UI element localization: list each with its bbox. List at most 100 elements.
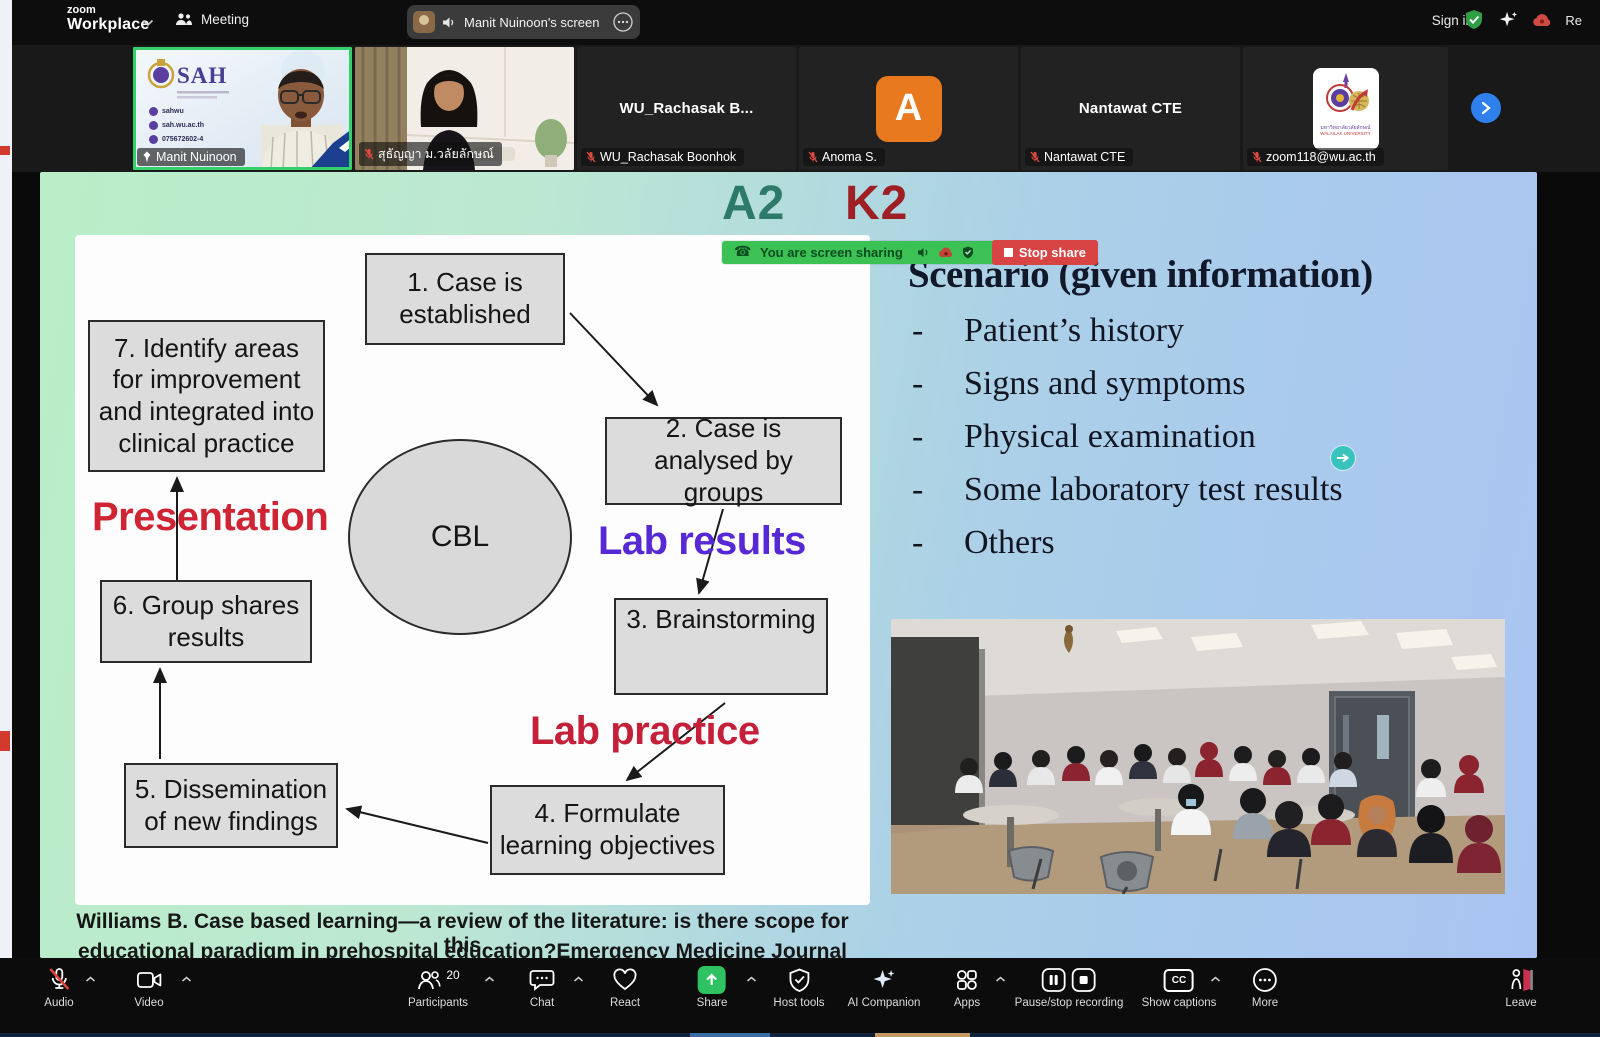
video-tile-manit[interactable]: SAH sahwu sah.wu.ac.th 075672602-4 Manit… — [133, 47, 352, 170]
mic-muted-icon — [47, 967, 71, 993]
stop-recording-icon[interactable] — [1071, 967, 1097, 993]
cc-icon: CC — [1164, 969, 1194, 992]
video-options-chevron[interactable] — [181, 976, 192, 983]
audio-button[interactable]: Audio — [44, 966, 73, 1009]
mic-muted-icon — [364, 148, 374, 160]
phone-icon: ☎ — [734, 243, 751, 260]
participant-name-badge: สุธัญญา ม.วลัยลักษณ์ — [359, 142, 502, 166]
leave-meeting-icon — [1507, 967, 1535, 993]
scenario-bullet: -Signs and symptoms — [912, 365, 1245, 403]
participant-name-badge: Manit Nuinoon — [137, 148, 245, 166]
sharing-status-text: You are screen sharing — [760, 245, 903, 260]
diagram-box-7: 7. Identify areas for improvement and in… — [88, 320, 325, 472]
edge-artifact — [0, 146, 10, 155]
security-shield-icon[interactable] — [1464, 9, 1484, 31]
citation-line-2: educational paradigm in prehospital educ… — [55, 940, 870, 958]
video-tile-anoma[interactable]: A Anoma S. — [799, 47, 1018, 170]
label-lab-results: Lab results — [598, 519, 806, 564]
sah-contact-1: sahwu — [162, 108, 184, 115]
participant-name-badge: Nantawat CTE — [1025, 148, 1133, 166]
share-button[interactable]: Share — [697, 966, 728, 1009]
label-presentation: Presentation — [92, 495, 328, 540]
chat-bubble-icon — [529, 968, 555, 992]
pin-icon — [142, 151, 152, 163]
zoom-workplace-logo: zoom Workplace — [67, 5, 149, 33]
label-lab-practice: Lab practice — [530, 709, 760, 754]
heart-icon — [612, 968, 638, 992]
recording-cloud-icon — [1532, 13, 1552, 27]
scenario-bullet: -Physical examination — [912, 418, 1256, 456]
meeting-controls-toolbar: Audio Video 20 Participants — [0, 958, 1600, 1033]
participant-name-badge: Anoma S. — [803, 148, 885, 166]
shared-screen-pill[interactable]: Manit Nuinoon's screen — [407, 5, 640, 39]
apps-icon — [954, 968, 980, 992]
more-ellipsis-icon — [1252, 967, 1278, 993]
video-tile-suthanya[interactable]: สุธัญญา ม.วลัยลักษณ์ — [355, 47, 574, 170]
security-shield-icon[interactable] — [962, 246, 974, 259]
diagram-box-5: 5. Dissemination of new findings — [124, 763, 338, 848]
chat-options-chevron[interactable] — [573, 976, 584, 983]
video-tile-rachasak[interactable]: WU_Rachasak B... WU_Rachasak Boonhok — [577, 47, 796, 170]
speaker-icon — [442, 16, 457, 29]
university-emblem — [1318, 72, 1374, 118]
shield-icon — [788, 968, 810, 993]
record-label-clipped: Re — [1565, 13, 1582, 28]
shared-screen-content: A2 K2 1. Case is established 7. Identify… — [40, 172, 1537, 958]
video-tile-nantawat[interactable]: Nantawat CTE Nantawat CTE — [1021, 47, 1240, 170]
share-options-chevron[interactable] — [746, 976, 757, 983]
university-name-en: WALAILAK UNIVERSITY — [1313, 131, 1379, 136]
walailak-university-logo: มหาวิทยาลัยวลัยลักษณ์ WALAILAK UNIVERSIT… — [1313, 68, 1379, 150]
mic-muted-icon — [1030, 151, 1040, 163]
diagram-box-4: 4. Formulate learning objectives — [490, 785, 725, 875]
pause-stop-recording-button[interactable]: Pause/stop recording — [1015, 966, 1124, 1009]
ai-sparkle-icon — [871, 967, 897, 993]
speaker-icon[interactable] — [917, 247, 930, 258]
chevron-down-icon[interactable] — [142, 19, 154, 27]
sah-contact-3: 075672602-4 — [162, 136, 203, 143]
pause-recording-icon[interactable] — [1041, 967, 1067, 993]
captions-options-chevron[interactable] — [1210, 976, 1221, 983]
classroom-photo — [891, 619, 1505, 894]
more-options-icon[interactable] — [612, 11, 634, 33]
host-tools-button[interactable]: Host tools — [773, 966, 824, 1009]
sah-contact-2: sah.wu.ac.th — [162, 122, 204, 129]
participant-name-badge: zoom118@wu.ac.th — [1247, 148, 1384, 166]
camera-icon — [136, 970, 162, 990]
zoom-titlebar: zoom Workplace Meeting Manit Nuinoon's s… — [12, 0, 1600, 45]
next-page-button[interactable] — [1471, 93, 1501, 123]
meeting-tab-label: Meeting — [201, 12, 249, 27]
diagram-box-2: 2. Case is analysed by groups — [605, 417, 842, 505]
scenario-bullet: -Patient’s history — [912, 312, 1184, 350]
audio-options-chevron[interactable] — [85, 976, 96, 983]
edge-artifact — [0, 731, 10, 751]
ai-sparkle-icon[interactable] — [1497, 9, 1519, 31]
react-button[interactable]: React — [610, 966, 640, 1009]
scenario-bullet: -Others — [912, 524, 1055, 562]
slide-title-a2: A2 — [722, 176, 785, 231]
leave-button[interactable]: Leave — [1505, 966, 1536, 1009]
tab-meeting[interactable]: Meeting — [175, 12, 249, 27]
taskbar-sliver — [0, 1033, 1600, 1037]
more-button[interactable]: More — [1252, 966, 1278, 1009]
participants-button[interactable]: 20 Participants — [408, 966, 468, 1009]
apps-button[interactable]: Apps — [954, 966, 980, 1009]
presenter-cursor — [1331, 446, 1355, 470]
recording-cloud-icon[interactable] — [938, 247, 954, 258]
video-tile-zoom118[interactable]: มหาวิทยาลัยวลัยลักษณ์ WALAILAK UNIVERSIT… — [1243, 47, 1448, 170]
stop-share-button[interactable]: Stop share — [992, 240, 1098, 265]
slide-title-k2: K2 — [845, 176, 908, 231]
ai-companion-button[interactable]: AI Companion — [848, 966, 921, 1009]
share-screen-icon — [698, 966, 726, 994]
participants-count: 20 — [446, 968, 459, 982]
video-button[interactable]: Video — [134, 966, 163, 1009]
apps-options-chevron[interactable] — [995, 976, 1006, 983]
participant-name-badge: WU_Rachasak Boonhok — [581, 148, 744, 166]
mic-muted-icon — [1252, 151, 1262, 163]
video-gallery-strip: SAH sahwu sah.wu.ac.th 075672602-4 Manit… — [12, 45, 1600, 172]
participants-options-chevron[interactable] — [484, 976, 495, 983]
chat-button[interactable]: Chat — [529, 966, 555, 1009]
mic-muted-icon — [586, 151, 596, 163]
stop-icon — [1004, 248, 1013, 257]
diagram-box-3: 3. Brainstorming — [614, 598, 828, 695]
show-captions-button[interactable]: CC Show captions — [1142, 966, 1217, 1009]
